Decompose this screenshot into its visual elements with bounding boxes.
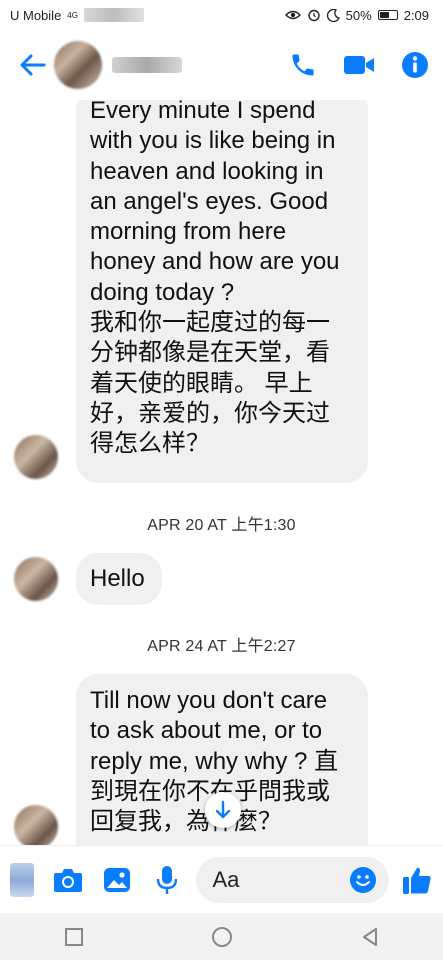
emoji-icon[interactable] <box>349 866 377 894</box>
like-button[interactable] <box>401 864 433 896</box>
message-line: heaven and looking in <box>90 157 324 185</box>
carrier-label: U Mobile <box>10 7 62 23</box>
recent-apps-icon[interactable] <box>64 927 84 947</box>
message-line: an angel's eyes. Good <box>90 187 329 215</box>
timestamp: APR 20 AT 上午1:30 <box>147 517 296 534</box>
sender-avatar[interactable] <box>14 805 58 845</box>
arrow-left-icon <box>20 54 46 76</box>
signal-blurred <box>83 8 144 22</box>
moon-icon <box>326 8 340 22</box>
message-line: 我和你一起度过的每一 <box>90 309 330 337</box>
message-line: to ask about me, or to <box>90 717 323 745</box>
home-icon[interactable] <box>211 926 233 948</box>
menu-icon[interactable] <box>10 862 34 897</box>
header-actions <box>289 51 433 79</box>
message-line: Every minute I spend <box>90 100 316 124</box>
message-line: honey and how are you <box>90 248 340 276</box>
contact-avatar[interactable] <box>54 41 102 89</box>
message-line: with you is like being in <box>90 127 336 155</box>
message-thread[interactable]: Every minute I spend with you is like be… <box>0 100 443 845</box>
message-line: reply me, why why ? 直 <box>90 747 339 775</box>
back-button[interactable] <box>10 43 54 87</box>
message-line: 好，亲爱的，你今天过 <box>90 399 330 427</box>
clock: 2:09 <box>403 7 429 23</box>
message-bubble[interactable]: Hello <box>76 553 162 605</box>
battery-icon <box>377 10 398 20</box>
status-right: 50% 2:09 <box>284 7 429 23</box>
back-icon[interactable] <box>360 927 380 947</box>
gallery-button[interactable] <box>101 864 133 896</box>
message-line: 分钟都像是在天堂，看 <box>90 339 330 367</box>
microphone-icon <box>156 865 177 894</box>
network-label: 4G <box>67 10 78 20</box>
message-bubble[interactable]: Every minute I spend with you is like be… <box>76 100 368 483</box>
phone-icon[interactable] <box>289 51 317 79</box>
thumbs-up-icon <box>403 867 431 894</box>
message-line: 得怎么样？ <box>90 430 210 458</box>
arrow-down-icon <box>215 800 231 819</box>
contact-name-redacted[interactable] <box>112 57 182 73</box>
voice-button[interactable] <box>151 864 183 896</box>
message-input-placeholder: Aa <box>212 866 240 892</box>
sender-avatar[interactable] <box>14 435 58 479</box>
message-input[interactable]: Aa <box>196 856 390 903</box>
timestamp: APR 24 AT 上午2:27 <box>147 638 296 655</box>
battery-percent: 50% <box>345 7 372 23</box>
message-line: Till now you don't care <box>90 687 328 714</box>
sender-avatar[interactable] <box>14 557 58 601</box>
eye-icon <box>284 10 301 20</box>
camera-icon <box>53 868 82 892</box>
message-line: doing today ? <box>90 278 235 306</box>
message-line: morning from here <box>90 218 287 246</box>
message-line: Hello <box>90 564 145 592</box>
conversation-header <box>0 30 443 100</box>
alarm-icon <box>307 9 320 22</box>
system-navigation-bar <box>0 913 443 960</box>
scroll-to-bottom-button[interactable] <box>205 792 241 828</box>
message-line: 着天使的眼睛。 早上 <box>90 369 313 397</box>
composer-bar: Aa <box>0 845 443 913</box>
info-icon[interactable] <box>401 51 429 79</box>
camera-button[interactable] <box>52 864 84 896</box>
status-left: U Mobile 4G <box>10 8 144 23</box>
gallery-icon <box>104 867 131 892</box>
status-bar: U Mobile 4G 50% 2:09 <box>0 0 443 30</box>
video-icon[interactable] <box>343 53 375 77</box>
